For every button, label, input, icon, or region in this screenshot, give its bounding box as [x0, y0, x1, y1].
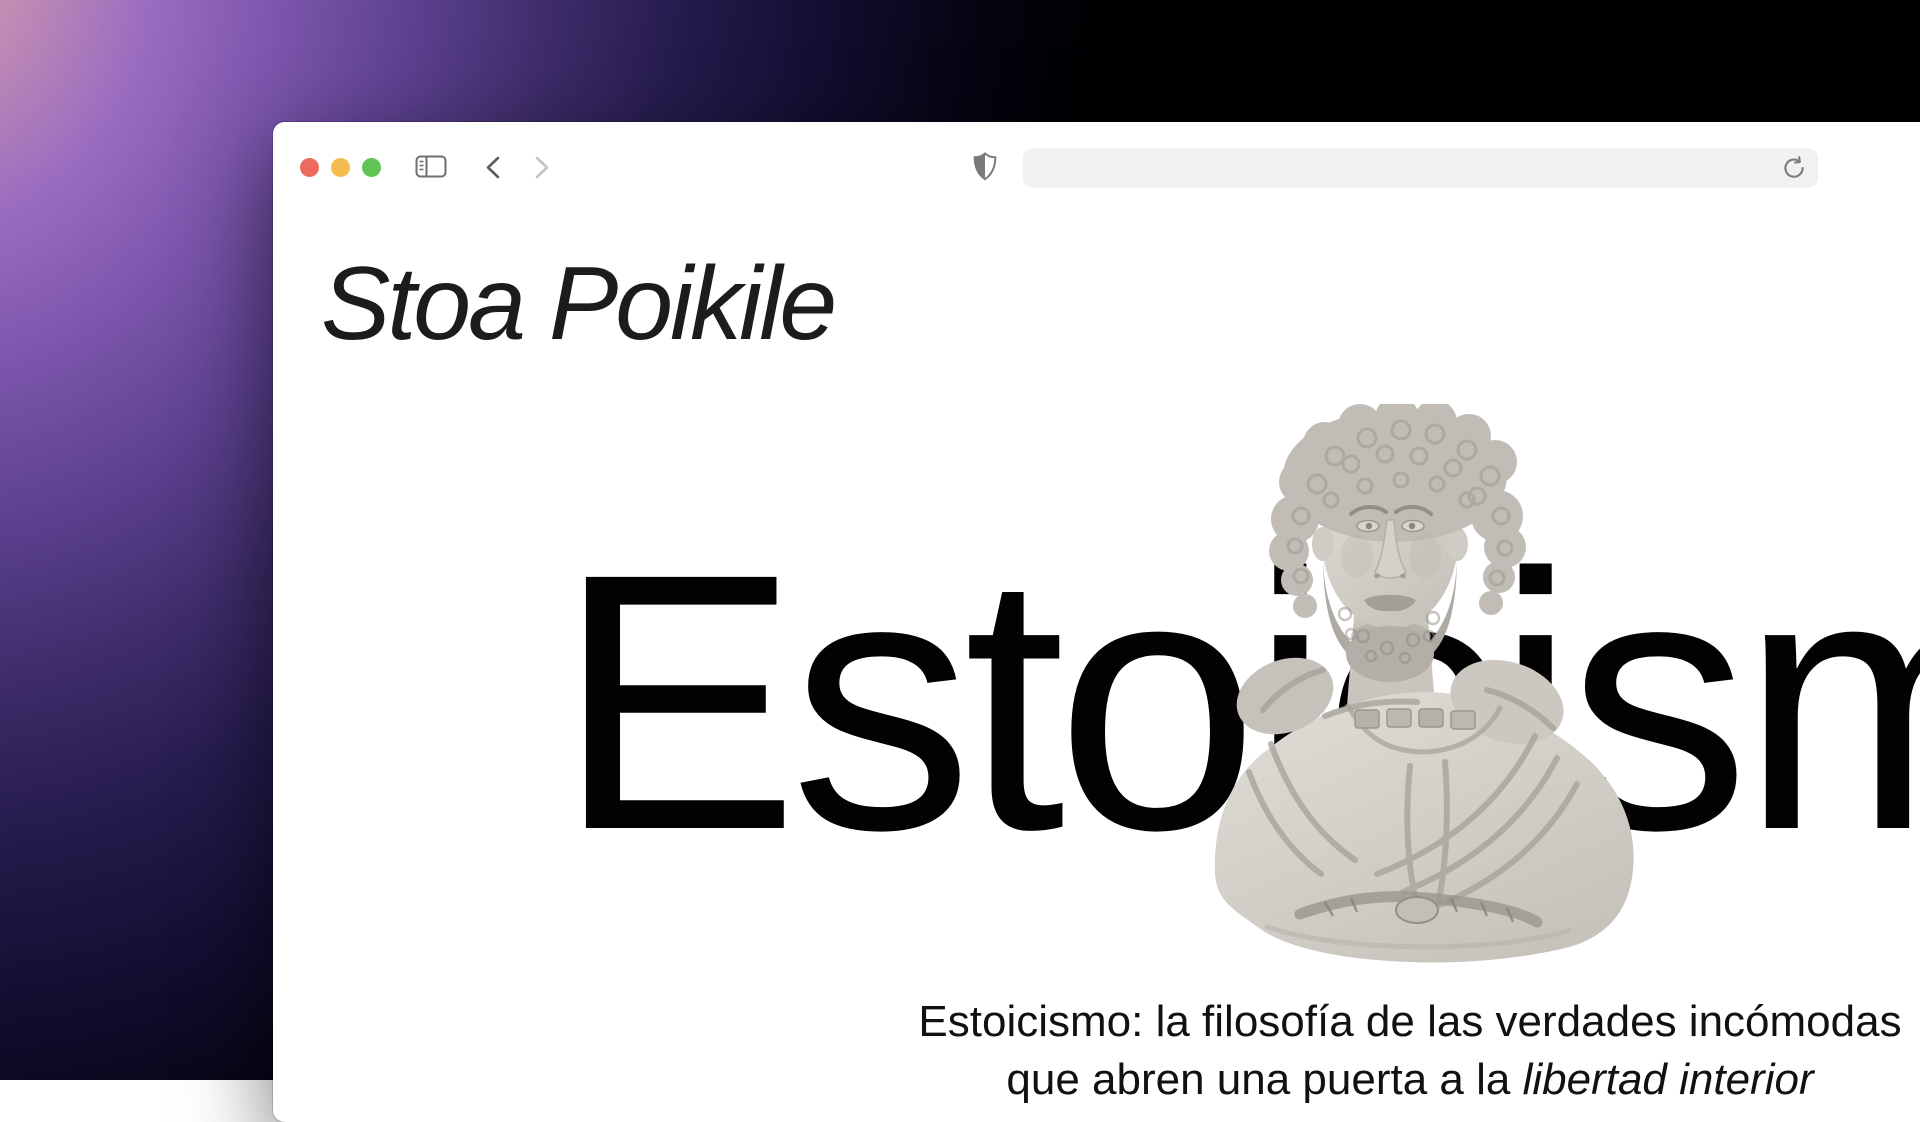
page-tagline: Estoicismo: la filosofía de las verdades…: [560, 993, 1920, 1109]
marcus-aurelius-bust-image: [1205, 404, 1645, 964]
site-title: Stoa Poikile: [321, 245, 834, 364]
desktop-background: Stoa Poikile Estoicismo: [0, 0, 1920, 1080]
page-content: Stoa Poikile Estoicismo: [273, 122, 1920, 1122]
tagline-line1: Estoicismo: la filosofía de las verdades…: [918, 997, 1901, 1046]
browser-window: Stoa Poikile Estoicismo: [273, 122, 1920, 1122]
